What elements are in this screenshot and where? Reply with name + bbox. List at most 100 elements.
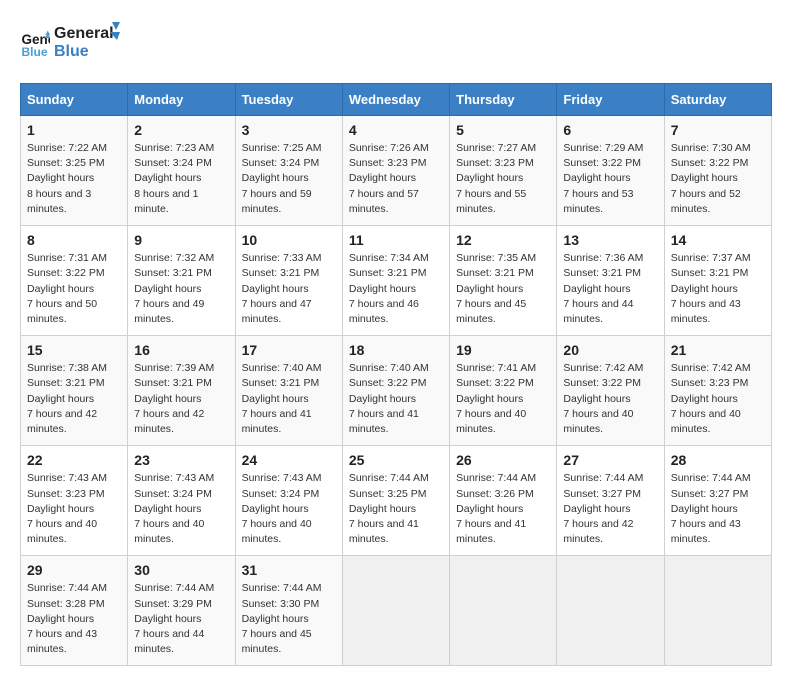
day-number: 28 xyxy=(671,452,765,468)
calendar-week-row: 22 Sunrise: 7:43 AM Sunset: 3:23 PM Dayl… xyxy=(21,446,772,556)
day-number: 10 xyxy=(242,232,336,248)
day-number: 20 xyxy=(563,342,657,358)
calendar-cell: 18 Sunrise: 7:40 AM Sunset: 3:22 PM Dayl… xyxy=(342,336,449,446)
day-info: Sunrise: 7:25 AM Sunset: 3:24 PM Dayligh… xyxy=(242,141,336,217)
weekday-header: Monday xyxy=(128,84,235,116)
day-number: 9 xyxy=(134,232,228,248)
calendar-cell: 10 Sunrise: 7:33 AM Sunset: 3:21 PM Dayl… xyxy=(235,226,342,336)
calendar-cell xyxy=(557,556,664,666)
day-number: 16 xyxy=(134,342,228,358)
day-info: Sunrise: 7:44 AM Sunset: 3:30 PM Dayligh… xyxy=(242,581,336,657)
calendar-cell: 7 Sunrise: 7:30 AM Sunset: 3:22 PM Dayli… xyxy=(664,116,771,226)
calendar-cell: 20 Sunrise: 7:42 AM Sunset: 3:22 PM Dayl… xyxy=(557,336,664,446)
day-info: Sunrise: 7:43 AM Sunset: 3:23 PM Dayligh… xyxy=(27,471,121,547)
svg-text:Blue: Blue xyxy=(54,43,89,60)
calendar-cell: 8 Sunrise: 7:31 AM Sunset: 3:22 PM Dayli… xyxy=(21,226,128,336)
weekday-header: Sunday xyxy=(21,84,128,116)
calendar-cell: 11 Sunrise: 7:34 AM Sunset: 3:21 PM Dayl… xyxy=(342,226,449,336)
day-number: 23 xyxy=(134,452,228,468)
day-number: 5 xyxy=(456,122,550,138)
weekday-header: Wednesday xyxy=(342,84,449,116)
day-number: 3 xyxy=(242,122,336,138)
page-header: General Blue General Blue xyxy=(20,20,772,67)
weekday-header: Friday xyxy=(557,84,664,116)
calendar-cell: 1 Sunrise: 7:22 AM Sunset: 3:25 PM Dayli… xyxy=(21,116,128,226)
calendar-cell: 6 Sunrise: 7:29 AM Sunset: 3:22 PM Dayli… xyxy=(557,116,664,226)
logo-svg: General Blue xyxy=(54,20,124,62)
calendar-cell: 25 Sunrise: 7:44 AM Sunset: 3:25 PM Dayl… xyxy=(342,446,449,556)
day-number: 13 xyxy=(563,232,657,248)
calendar-table: SundayMondayTuesdayWednesdayThursdayFrid… xyxy=(20,83,772,666)
day-number: 11 xyxy=(349,232,443,248)
day-info: Sunrise: 7:37 AM Sunset: 3:21 PM Dayligh… xyxy=(671,251,765,327)
calendar-cell: 27 Sunrise: 7:44 AM Sunset: 3:27 PM Dayl… xyxy=(557,446,664,556)
calendar-cell: 22 Sunrise: 7:43 AM Sunset: 3:23 PM Dayl… xyxy=(21,446,128,556)
day-number: 30 xyxy=(134,562,228,578)
calendar-cell: 26 Sunrise: 7:44 AM Sunset: 3:26 PM Dayl… xyxy=(450,446,557,556)
day-number: 4 xyxy=(349,122,443,138)
day-number: 2 xyxy=(134,122,228,138)
day-number: 12 xyxy=(456,232,550,248)
day-number: 24 xyxy=(242,452,336,468)
calendar-cell: 14 Sunrise: 7:37 AM Sunset: 3:21 PM Dayl… xyxy=(664,226,771,336)
calendar-cell: 3 Sunrise: 7:25 AM Sunset: 3:24 PM Dayli… xyxy=(235,116,342,226)
calendar-cell: 5 Sunrise: 7:27 AM Sunset: 3:23 PM Dayli… xyxy=(450,116,557,226)
day-info: Sunrise: 7:44 AM Sunset: 3:27 PM Dayligh… xyxy=(671,471,765,547)
day-number: 8 xyxy=(27,232,121,248)
calendar-cell: 24 Sunrise: 7:43 AM Sunset: 3:24 PM Dayl… xyxy=(235,446,342,556)
day-number: 17 xyxy=(242,342,336,358)
day-info: Sunrise: 7:23 AM Sunset: 3:24 PM Dayligh… xyxy=(134,141,228,217)
weekday-header: Saturday xyxy=(664,84,771,116)
day-info: Sunrise: 7:40 AM Sunset: 3:21 PM Dayligh… xyxy=(242,361,336,437)
calendar-cell: 9 Sunrise: 7:32 AM Sunset: 3:21 PM Dayli… xyxy=(128,226,235,336)
calendar-cell: 19 Sunrise: 7:41 AM Sunset: 3:22 PM Dayl… xyxy=(450,336,557,446)
calendar-cell: 23 Sunrise: 7:43 AM Sunset: 3:24 PM Dayl… xyxy=(128,446,235,556)
calendar-cell: 16 Sunrise: 7:39 AM Sunset: 3:21 PM Dayl… xyxy=(128,336,235,446)
weekday-header: Thursday xyxy=(450,84,557,116)
day-info: Sunrise: 7:34 AM Sunset: 3:21 PM Dayligh… xyxy=(349,251,443,327)
calendar-week-row: 15 Sunrise: 7:38 AM Sunset: 3:21 PM Dayl… xyxy=(21,336,772,446)
day-number: 19 xyxy=(456,342,550,358)
calendar-cell: 17 Sunrise: 7:40 AM Sunset: 3:21 PM Dayl… xyxy=(235,336,342,446)
day-info: Sunrise: 7:35 AM Sunset: 3:21 PM Dayligh… xyxy=(456,251,550,327)
calendar-cell: 4 Sunrise: 7:26 AM Sunset: 3:23 PM Dayli… xyxy=(342,116,449,226)
day-info: Sunrise: 7:44 AM Sunset: 3:28 PM Dayligh… xyxy=(27,581,121,657)
calendar-week-row: 8 Sunrise: 7:31 AM Sunset: 3:22 PM Dayli… xyxy=(21,226,772,336)
day-info: Sunrise: 7:31 AM Sunset: 3:22 PM Dayligh… xyxy=(27,251,121,327)
day-number: 27 xyxy=(563,452,657,468)
day-info: Sunrise: 7:41 AM Sunset: 3:22 PM Dayligh… xyxy=(456,361,550,437)
day-info: Sunrise: 7:40 AM Sunset: 3:22 PM Dayligh… xyxy=(349,361,443,437)
calendar-cell: 12 Sunrise: 7:35 AM Sunset: 3:21 PM Dayl… xyxy=(450,226,557,336)
day-number: 18 xyxy=(349,342,443,358)
calendar-cell: 13 Sunrise: 7:36 AM Sunset: 3:21 PM Dayl… xyxy=(557,226,664,336)
day-info: Sunrise: 7:33 AM Sunset: 3:21 PM Dayligh… xyxy=(242,251,336,327)
svg-text:Blue: Blue xyxy=(22,45,48,59)
calendar-cell xyxy=(342,556,449,666)
day-number: 15 xyxy=(27,342,121,358)
calendar-cell: 2 Sunrise: 7:23 AM Sunset: 3:24 PM Dayli… xyxy=(128,116,235,226)
calendar-cell: 30 Sunrise: 7:44 AM Sunset: 3:29 PM Dayl… xyxy=(128,556,235,666)
day-number: 22 xyxy=(27,452,121,468)
day-number: 29 xyxy=(27,562,121,578)
calendar-week-row: 29 Sunrise: 7:44 AM Sunset: 3:28 PM Dayl… xyxy=(21,556,772,666)
calendar-cell: 28 Sunrise: 7:44 AM Sunset: 3:27 PM Dayl… xyxy=(664,446,771,556)
day-info: Sunrise: 7:30 AM Sunset: 3:22 PM Dayligh… xyxy=(671,141,765,217)
day-info: Sunrise: 7:22 AM Sunset: 3:25 PM Dayligh… xyxy=(27,141,121,217)
day-info: Sunrise: 7:38 AM Sunset: 3:21 PM Dayligh… xyxy=(27,361,121,437)
day-info: Sunrise: 7:44 AM Sunset: 3:25 PM Dayligh… xyxy=(349,471,443,547)
day-number: 14 xyxy=(671,232,765,248)
svg-text:General: General xyxy=(54,25,114,42)
weekday-header: Tuesday xyxy=(235,84,342,116)
day-info: Sunrise: 7:44 AM Sunset: 3:26 PM Dayligh… xyxy=(456,471,550,547)
calendar-cell xyxy=(450,556,557,666)
day-info: Sunrise: 7:42 AM Sunset: 3:22 PM Dayligh… xyxy=(563,361,657,437)
day-info: Sunrise: 7:42 AM Sunset: 3:23 PM Dayligh… xyxy=(671,361,765,437)
day-number: 7 xyxy=(671,122,765,138)
day-info: Sunrise: 7:32 AM Sunset: 3:21 PM Dayligh… xyxy=(134,251,228,327)
day-info: Sunrise: 7:26 AM Sunset: 3:23 PM Dayligh… xyxy=(349,141,443,217)
day-info: Sunrise: 7:44 AM Sunset: 3:29 PM Dayligh… xyxy=(134,581,228,657)
day-number: 26 xyxy=(456,452,550,468)
day-info: Sunrise: 7:44 AM Sunset: 3:27 PM Dayligh… xyxy=(563,471,657,547)
calendar-cell: 29 Sunrise: 7:44 AM Sunset: 3:28 PM Dayl… xyxy=(21,556,128,666)
calendar-cell: 15 Sunrise: 7:38 AM Sunset: 3:21 PM Dayl… xyxy=(21,336,128,446)
